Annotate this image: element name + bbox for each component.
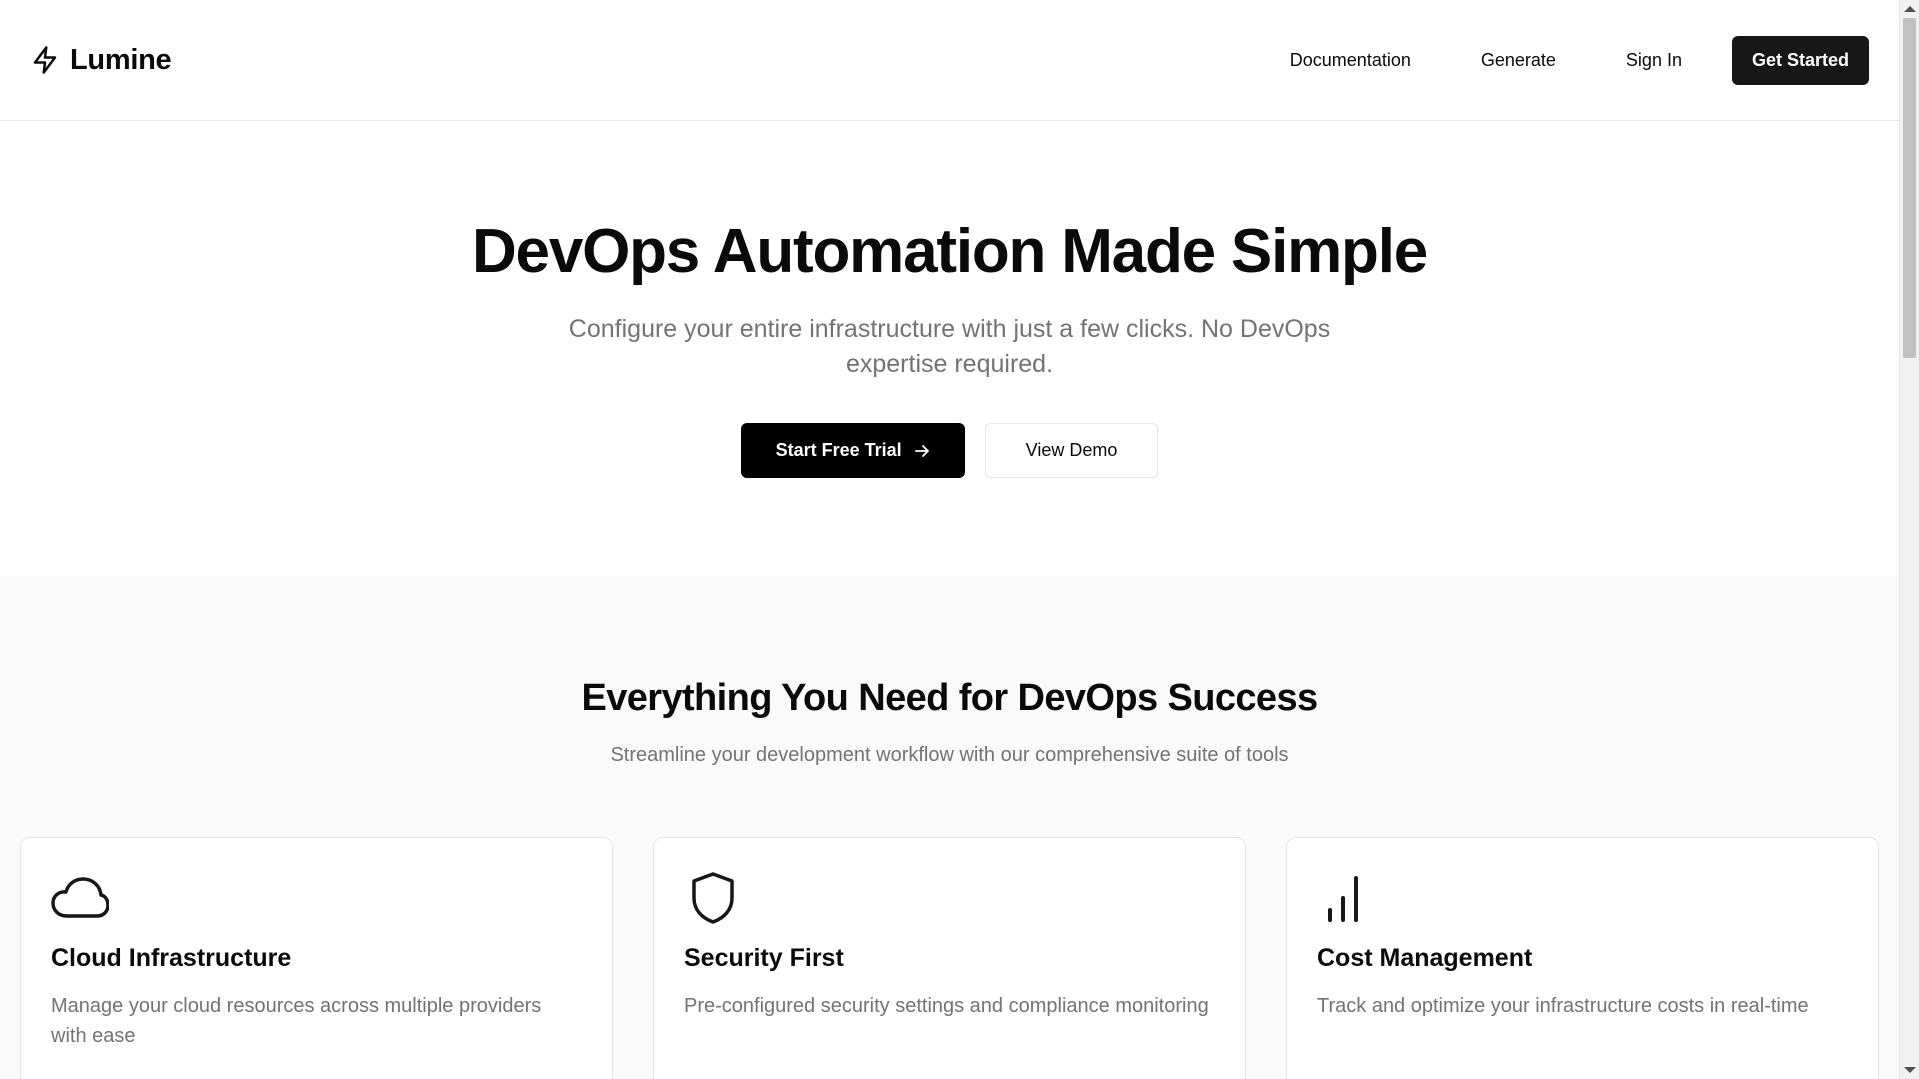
view-demo-button[interactable]: View Demo [984,423,1159,479]
arrow-right-icon [914,443,930,459]
feature-card-description: Manage your cloud resources across multi… [51,995,542,1047]
shield-icon [684,872,742,924]
hero-subtitle: Configure your entire infrastructure wit… [568,315,1331,379]
feature-card-cost-management: Cost Management Track and optimize your … [1286,837,1879,1079]
features-section: Everything You Need for DevOps Success S… [0,576,1899,1079]
site-header: Lumine Documentation Generate Sign In Ge… [0,0,1899,121]
brand-logo[interactable]: Lumine [30,43,172,77]
hero-actions: Start Free Trial View Demo [740,423,1159,479]
feature-card-cloud-infrastructure: Cloud Infrastructure Manage your cloud r… [20,837,613,1079]
scroll-down-arrow[interactable] [1904,1067,1916,1073]
feature-card-security-first: Security First Pre-configured security s… [653,837,1246,1079]
feature-card-title: Cloud Infrastructure [51,944,292,972]
start-free-trial-button[interactable]: Start Free Trial [740,423,965,479]
feature-cards: Cloud Infrastructure Manage your cloud r… [20,837,1879,1079]
scroll-up-arrow[interactable] [1904,6,1916,12]
brand-name: Lumine [70,43,172,76]
main-nav: Documentation Generate Sign In Get Start… [1255,35,1869,85]
hero-title: DevOps Automation Made Simple [471,217,1428,286]
cloud-icon [51,872,109,924]
features-subtitle: Streamline your development workflow wit… [610,743,1289,766]
features-title: Everything You Need for DevOps Success [581,677,1318,719]
nav-link-generate[interactable]: Generate [1446,50,1591,71]
feature-card-description: Track and optimize your infrastructure c… [1317,995,1809,1017]
hero-section: DevOps Automation Made Simple Configure … [0,121,1899,576]
get-started-button[interactable]: Get Started [1731,35,1869,85]
page: Lumine Documentation Generate Sign In Ge… [0,0,1899,1079]
page-scrollbar[interactable] [1899,0,1919,1079]
scroll-thumb[interactable] [1903,18,1916,358]
start-free-trial-label: Start Free Trial [775,440,902,461]
feature-card-title: Security First [684,944,844,972]
feature-card-description: Pre-configured security settings and com… [684,995,1209,1017]
nav-link-documentation[interactable]: Documentation [1255,50,1446,71]
bar-chart-icon [1317,872,1375,924]
nav-link-sign-in[interactable]: Sign In [1591,50,1717,71]
feature-card-title: Cost Management [1317,944,1533,972]
browser-viewport: Lumine Documentation Generate Sign In Ge… [0,0,1919,1079]
lightning-bolt-icon [30,45,60,75]
